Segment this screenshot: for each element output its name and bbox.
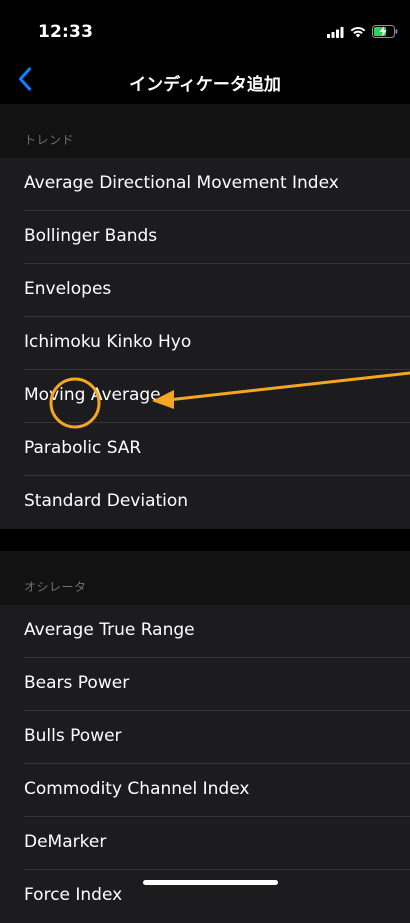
list-item-label: Bulls Power: [24, 726, 122, 746]
list-item-label: Bollinger Bands: [24, 226, 158, 246]
list-item-label: Bears Power: [24, 673, 130, 693]
page-title: インディケータ追加: [129, 75, 281, 95]
list-item-bears-power[interactable]: Bears Power: [0, 658, 410, 711]
status-bar: 12:33: [0, 0, 410, 58]
list-item-label: Ichimoku Kinko Hyo: [24, 332, 192, 352]
section-header-oscillator: オシレータ: [0, 551, 410, 605]
list-item-parabolic-sar[interactable]: Parabolic SAR: [0, 423, 410, 476]
list-item-average-directional-movement-index[interactable]: Average Directional Movement Index: [0, 158, 410, 211]
list-item-label: Standard Deviation: [24, 491, 189, 511]
list-item-label: Parabolic SAR: [24, 438, 142, 458]
navigation-bar: インディケータ追加: [0, 58, 410, 104]
list-item-label: Average True Range: [24, 620, 195, 640]
list-item-standard-deviation[interactable]: Standard Deviation: [0, 476, 410, 529]
list-item-force-index[interactable]: Force Index: [0, 870, 410, 923]
section-header-trend: トレンド: [0, 104, 410, 158]
section-header-label: オシレータ: [24, 580, 87, 594]
list-item-bollinger-bands[interactable]: Bollinger Bands: [0, 211, 410, 264]
list-item-envelopes[interactable]: Envelopes: [0, 264, 410, 317]
wifi-icon: [350, 23, 366, 42]
status-icons: [327, 24, 398, 40]
home-indicator[interactable]: [143, 880, 278, 885]
list-item-label: Average Directional Movement Index: [24, 173, 339, 193]
signal-icon: [327, 23, 344, 42]
list-item-ichimoku-kinko-hyo[interactable]: Ichimoku Kinko Hyo: [0, 317, 410, 370]
list-item-label: Commodity Channel Index: [24, 779, 250, 799]
indicator-list: トレンド Average Directional Movement Index …: [0, 104, 410, 923]
list-item-label: Force Index: [24, 885, 123, 905]
battery-charging-icon: [372, 23, 398, 42]
list-item-bulls-power[interactable]: Bulls Power: [0, 711, 410, 764]
list-item-average-true-range[interactable]: Average True Range: [0, 605, 410, 658]
list-item-label: Envelopes: [24, 279, 112, 299]
list-item-moving-average[interactable]: Moving Average: [0, 370, 410, 423]
list-item-label: Moving Average: [24, 385, 161, 405]
section-gap: [0, 529, 410, 551]
list-item-demarker[interactable]: DeMarker: [0, 817, 410, 870]
list-item-commodity-channel-index[interactable]: Commodity Channel Index: [0, 764, 410, 817]
status-time: 12:33: [38, 22, 94, 42]
list-item-label: DeMarker: [24, 832, 107, 852]
section-header-label: トレンド: [24, 133, 75, 147]
